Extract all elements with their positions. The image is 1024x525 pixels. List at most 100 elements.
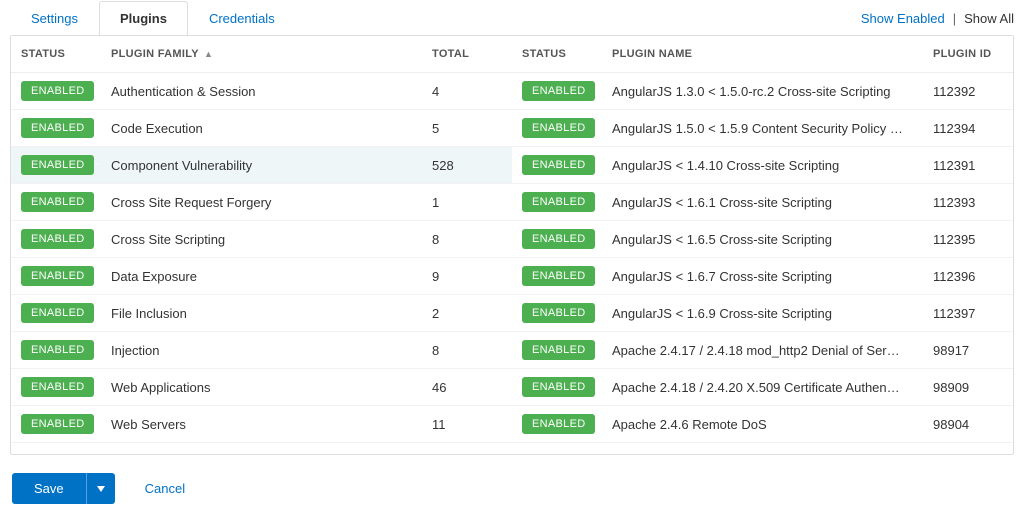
table-row[interactable]: ENABLEDAuthentication & Session4 (11, 73, 512, 110)
table-row[interactable]: ENABLEDCross Site Scripting8 (11, 221, 512, 258)
status-badge[interactable]: ENABLED (522, 229, 595, 249)
table-row[interactable]: ENABLED Apache 2.4.6 Remote DoS98904 (512, 406, 1013, 443)
separator: | (953, 11, 956, 26)
save-button[interactable]: Save (12, 473, 115, 504)
plugin-name-cell: AngularJS < 1.6.5 Cross-site Scripting (602, 221, 923, 258)
status-badge[interactable]: ENABLED (21, 81, 94, 101)
table-row[interactable]: ENABLED Web Servers11 (11, 406, 512, 443)
plugin-name-cell: Apache 2.4.17 / 2.4.18 mod_http2 Denial … (602, 332, 923, 369)
plugin-id-cell: 112394 (923, 110, 1013, 147)
save-dropdown-caret[interactable] (86, 473, 115, 504)
status-badge[interactable]: ENABLED (21, 155, 94, 175)
table-row[interactable]: ENABLEDAngularJS < 1.6.7 Cross-site Scri… (512, 258, 1013, 295)
tab-plugins[interactable]: Plugins (99, 1, 188, 35)
table-row[interactable]: ENABLED Web Applications46 (11, 369, 512, 406)
status-badge[interactable]: ENABLED (522, 266, 595, 286)
sort-asc-icon: ▲ (204, 49, 213, 59)
family-name-cell: Data Exposure (101, 258, 422, 295)
footer: Save Cancel (0, 461, 1024, 520)
plugin-id-header[interactable]: PLUGIN ID (923, 36, 1013, 73)
status-badge[interactable]: ENABLED (522, 192, 595, 212)
family-name-cell: Injection (101, 332, 422, 369)
status-badge[interactable]: ENABLED (21, 340, 94, 360)
plugin-id-cell: 112395 (923, 221, 1013, 258)
status-badge[interactable]: ENABLED (21, 266, 94, 286)
show-enabled-link[interactable]: Show Enabled (861, 11, 945, 26)
table-row[interactable]: ENABLED AngularJS < 1.6.5 Cross-site Scri… (512, 221, 1013, 258)
plugin-name-cell: AngularJS < 1.6.9 Cross-site Scripting (602, 295, 923, 332)
table-row[interactable]: ENABLEDCode Execution5 (11, 110, 512, 147)
family-scroll[interactable]: STATUS PLUGIN FAMILY ▲ TOTAL ENABLEDAuth… (11, 36, 512, 454)
status-badge[interactable]: ENABLED (21, 192, 94, 212)
family-total-cell: 46 (422, 369, 512, 406)
chevron-down-icon (97, 486, 105, 492)
family-status-header[interactable]: STATUS (11, 36, 101, 73)
table-row[interactable]: ENABLED AngularJS 1.5.0 < 1.5.9 Content S… (512, 110, 1013, 147)
status-badge[interactable]: ENABLED (522, 377, 595, 397)
table-row[interactable]: ENABLEDFile Inclusion2 (11, 295, 512, 332)
family-table: STATUS PLUGIN FAMILY ▲ TOTAL ENABLEDAuth… (11, 36, 512, 443)
family-total-cell: 8 (422, 332, 512, 369)
table-row[interactable]: ENABLED Cross Site Request Forgery1 (11, 184, 512, 221)
plugin-name-cell: AngularJS 1.5.0 < 1.5.9 Content Security… (602, 110, 923, 147)
plugin-name-cell: AngularJS < 1.4.10 Cross-site Scripting (602, 147, 923, 184)
family-total-cell: 8 (422, 221, 512, 258)
tab-credentials[interactable]: Credentials (188, 1, 296, 35)
family-name-cell: Code Execution (101, 110, 422, 147)
plugin-id-cell: 112391 (923, 147, 1013, 184)
status-badge[interactable]: ENABLED (522, 81, 595, 101)
table-row[interactable]: ENABLED AngularJS < 1.6.9 Cross-site Scri… (512, 295, 1013, 332)
family-name-header-text: PLUGIN FAMILY (111, 48, 199, 60)
plugin-id-cell: 112397 (923, 295, 1013, 332)
plugin-status-header[interactable]: STATUS (512, 36, 602, 73)
family-total-cell: 11 (422, 406, 512, 443)
status-badge[interactable]: ENABLED (522, 303, 595, 323)
family-name-cell: Cross Site Request Forgery (101, 184, 422, 221)
status-badge[interactable]: ENABLED (21, 377, 94, 397)
status-badge[interactable]: ENABLED (21, 303, 94, 323)
family-total-cell: 1 (422, 184, 512, 221)
table-row[interactable]: ENABLED Injection8 (11, 332, 512, 369)
family-total-cell: 9 (422, 258, 512, 295)
plugin-id-cell: 98904 (923, 406, 1013, 443)
family-total-header[interactable]: TOTAL (422, 36, 512, 73)
family-name-cell: Web Applications (101, 369, 422, 406)
show-all-link[interactable]: Show All (964, 11, 1014, 26)
plugin-id-cell: 98917 (923, 332, 1013, 369)
table-row[interactable]: ENABLED Data Exposure9 (11, 258, 512, 295)
status-badge[interactable]: ENABLED (522, 155, 595, 175)
table-row[interactable]: ENABLED Apache 2.4.18 / 2.4.20 X.509 Cert… (512, 369, 1013, 406)
status-badge[interactable]: ENABLED (21, 229, 94, 249)
cancel-button[interactable]: Cancel (145, 481, 185, 496)
tabs: Settings Plugins Credentials (10, 1, 861, 35)
plugin-id-cell: 112392 (923, 73, 1013, 110)
family-name-cell: Web Servers (101, 406, 422, 443)
status-badge[interactable]: ENABLED (21, 118, 94, 138)
plugin-name-header[interactable]: PLUGIN NAME (602, 36, 923, 73)
plugin-scroll[interactable]: STATUS PLUGIN NAME PLUGIN ID ENABLEDAngu… (512, 36, 1013, 454)
family-name-cell: Component Vulnerability (101, 147, 422, 184)
table-row[interactable]: ENABLED AngularJS < 1.4.10 Cross-site Scr… (512, 147, 1013, 184)
status-badge[interactable]: ENABLED (21, 414, 94, 434)
tab-settings[interactable]: Settings (10, 1, 99, 35)
family-total-cell: 528 (422, 147, 512, 184)
family-name-header[interactable]: PLUGIN FAMILY ▲ (101, 36, 422, 73)
plugin-name-cell: Apache 2.4.18 / 2.4.20 X.509 Certificate… (602, 369, 923, 406)
table-row[interactable]: ENABLED Component Vulnerability528 (11, 147, 512, 184)
save-button-label: Save (12, 473, 86, 504)
table-row[interactable]: ENABLED Apache 2.4.17 / 2.4.18 mod_http2 … (512, 332, 1013, 369)
plugin-table: STATUS PLUGIN NAME PLUGIN ID ENABLEDAngu… (512, 36, 1013, 443)
status-badge[interactable]: ENABLED (522, 340, 595, 360)
plugin-pane: STATUS PLUGIN NAME PLUGIN ID ENABLEDAngu… (512, 36, 1013, 454)
status-badge[interactable]: ENABLED (522, 414, 595, 434)
table-row[interactable]: ENABLEDAngularJS 1.3.0 < 1.5.0-rc.2 Cros… (512, 73, 1013, 110)
filter-links: Show Enabled | Show All (861, 11, 1014, 26)
plugin-name-cell: AngularJS < 1.6.1 Cross-site Scripting (602, 184, 923, 221)
family-pane: STATUS PLUGIN FAMILY ▲ TOTAL ENABLEDAuth… (11, 36, 512, 454)
status-badge[interactable]: ENABLED (522, 118, 595, 138)
plugin-name-cell: Apache 2.4.6 Remote DoS (602, 406, 923, 443)
family-total-cell: 2 (422, 295, 512, 332)
plugin-panel: STATUS PLUGIN FAMILY ▲ TOTAL ENABLEDAuth… (10, 35, 1014, 455)
table-row[interactable]: ENABLED AngularJS < 1.6.1 Cross-site Scri… (512, 184, 1013, 221)
family-total-cell: 4 (422, 73, 512, 110)
